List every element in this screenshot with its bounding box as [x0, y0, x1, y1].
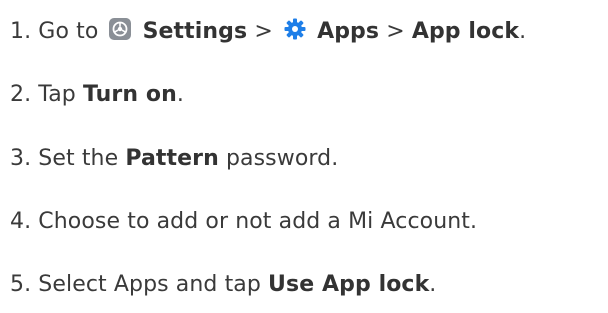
step-number: 5.	[10, 272, 32, 297]
step-number: 2.	[10, 82, 32, 107]
path-separator: >	[386, 19, 405, 44]
step-3: 3. Set the Pattern password.	[10, 144, 338, 174]
step-4: 4. Choose to add or not add a Mi Account…	[10, 207, 477, 237]
apps-label: Apps	[317, 19, 380, 44]
apps-gear-icon	[283, 17, 307, 41]
step-text-end: password.	[225, 146, 339, 171]
step-2: 2. Tap Turn on.	[10, 80, 184, 110]
settings-label: Settings	[142, 19, 248, 44]
step-end: .	[429, 272, 437, 297]
path-separator: >	[254, 19, 273, 44]
step-text: Go to	[38, 19, 99, 44]
pattern-label: Pattern	[125, 146, 219, 171]
step-end: .	[176, 82, 184, 107]
step-end: .	[519, 19, 527, 44]
step-5: 5. Select Apps and tap Use App lock.	[10, 270, 436, 300]
instruction-steps: 1. Go to Settings > Apps > App lock. 2. …	[0, 0, 608, 313]
turn-on-label: Turn on	[82, 82, 177, 107]
step-number: 1.	[10, 19, 32, 44]
step-1: 1. Go to Settings > Apps > App lock.	[10, 17, 526, 47]
step-text: Choose to add or not add a Mi Account.	[38, 209, 478, 234]
step-text: Tap	[38, 82, 76, 107]
step-number: 4.	[10, 209, 32, 234]
settings-icon	[108, 17, 132, 41]
step-text: Select Apps and tap	[38, 272, 261, 297]
use-app-lock-label: Use App lock	[268, 272, 430, 297]
app-lock-label: App lock	[411, 19, 520, 44]
step-text: Set the	[38, 146, 119, 171]
step-number: 3.	[10, 146, 32, 171]
